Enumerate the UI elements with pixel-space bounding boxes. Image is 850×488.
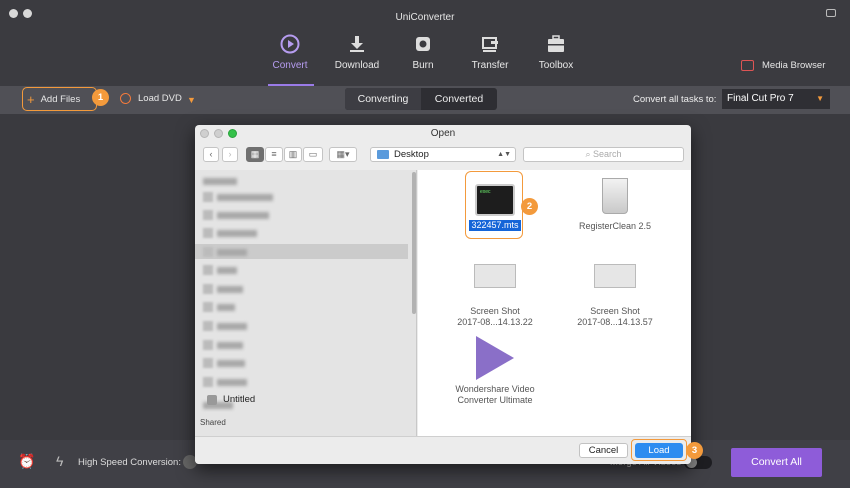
location-select[interactable]: Desktop ▲▼: [370, 147, 516, 162]
file-name: Screen Shot: [470, 306, 520, 316]
sidebar-scrollbar[interactable]: [412, 172, 416, 314]
tab-converting[interactable]: Converting: [345, 88, 421, 110]
nav-transfer-label: Transfer: [471, 60, 509, 71]
file-name-sub: 2017-08...14.13.57: [577, 317, 653, 327]
step-badge-1: 1: [92, 89, 109, 106]
convert-icon: [279, 34, 301, 54]
cancel-button[interactable]: Cancel: [579, 443, 628, 458]
dialog-title: Open: [430, 128, 456, 139]
alarm-clock-icon[interactable]: ⏰: [18, 453, 35, 470]
nav-transfer[interactable]: Transfer: [458, 34, 522, 71]
trash-icon: [602, 178, 628, 214]
load-dvd-button[interactable]: Load DVD: [120, 93, 182, 104]
forward-button[interactable]: ›: [222, 147, 238, 162]
disk-icon: [207, 394, 217, 405]
step-badge-2: 2: [521, 198, 538, 215]
download-icon: [346, 34, 368, 54]
search-input[interactable]: ⌕ Search: [523, 147, 684, 162]
burn-icon: [412, 34, 434, 54]
media-browser-icon: [741, 60, 754, 71]
tab-converted[interactable]: Converted: [421, 88, 497, 110]
nav-download[interactable]: Download: [325, 34, 389, 71]
dialog-close-button[interactable]: [200, 129, 209, 138]
sidebar-item[interactable]: [203, 358, 245, 368]
file-name-sub: Converter Ultimate: [457, 395, 533, 405]
lightning-icon: ϟ: [56, 453, 64, 469]
file-name-sub: 2017-08...14.13.22: [457, 317, 533, 327]
play-icon: [476, 336, 514, 380]
add-files-button[interactable]: + Add Files: [22, 87, 97, 111]
sidebar-shared-heading: Shared: [200, 418, 226, 427]
media-browser-button[interactable]: Media Browser: [741, 60, 825, 71]
nav-convert[interactable]: Convert: [258, 34, 322, 71]
icon-view-button[interactable]: ▦: [246, 147, 264, 162]
nav-convert-label: Convert: [272, 60, 308, 71]
nav-download-label: Download: [334, 60, 380, 71]
output-format-value: Final Cut Pro 7: [727, 93, 794, 104]
sidebar-item[interactable]: [203, 377, 247, 387]
nav-toolbox[interactable]: Toolbox: [524, 34, 588, 71]
screenshot-thumbnail: [474, 264, 516, 288]
file-item[interactable]: Wondershare Video Converter Ultimate: [435, 336, 555, 406]
nav-burn[interactable]: Burn: [391, 34, 455, 71]
sidebar-item[interactable]: [203, 210, 269, 220]
file-browser: exec 322457.mts RegisterClean 2.5 Screen…: [418, 170, 691, 436]
app-title: UniConverter: [395, 12, 455, 23]
high-speed-label: High Speed Conversion:: [78, 457, 181, 468]
transfer-icon: [479, 34, 501, 54]
search-icon: ⌕: [585, 149, 591, 159]
sidebar-item[interactable]: [203, 192, 273, 202]
nav-toolbox-label: Toolbox: [538, 60, 574, 71]
dvd-icon: [120, 93, 131, 104]
plus-icon: +: [27, 91, 35, 107]
column-view-button[interactable]: ▥: [284, 147, 302, 162]
sidebar-item[interactable]: [203, 302, 235, 312]
sidebar-item[interactable]: [203, 228, 257, 238]
search-placeholder: Search: [593, 149, 622, 159]
file-name: RegisterClean 2.5: [578, 221, 652, 231]
file-name: Screen Shot: [590, 306, 640, 316]
dialog-toolbar: ‹ › ▦ ≡ ▥ ▭ ▦▾ Desktop ▲▼ ⌕ Search: [195, 143, 691, 169]
screenshot-thumbnail: [594, 264, 636, 288]
file-item[interactable]: Screen Shot 2017-08...14.13.22: [435, 264, 555, 328]
sidebar-item[interactable]: [203, 265, 237, 275]
back-button[interactable]: ‹: [203, 147, 219, 162]
folder-icon: [377, 150, 389, 159]
dialog-footer: Cancel Load: [195, 436, 691, 464]
task-tabs: Converting Converted: [345, 88, 497, 110]
sidebar-item-untitled[interactable]: Untitled: [207, 394, 255, 405]
sidebar-item[interactable]: [203, 340, 243, 350]
sidebar-item[interactable]: [203, 247, 247, 257]
load-dvd-label: Load DVD: [138, 93, 182, 104]
open-dialog: Open ‹ › ▦ ≡ ▥ ▭ ▦▾ Desktop ▲▼ ⌕ Search: [195, 125, 691, 464]
convert-all-button[interactable]: Convert All: [731, 448, 822, 477]
chevron-down-icon: ▼: [816, 94, 824, 103]
media-browser-label: Media Browser: [762, 60, 826, 71]
convert-all-label: Convert all tasks to:: [633, 94, 717, 105]
sidebar-item[interactable]: [203, 321, 247, 331]
arrange-button[interactable]: ▦▾: [329, 147, 357, 162]
updown-arrows-icon: ▲▼: [497, 151, 511, 158]
file-item[interactable]: Screen Shot 2017-08...14.13.57: [555, 264, 675, 328]
output-format-select[interactable]: Final Cut Pro 7 ▼: [722, 89, 830, 109]
load-button[interactable]: Load: [635, 443, 683, 458]
file-highlight: [465, 171, 523, 239]
load-dvd-dropdown-icon[interactable]: ▼: [187, 95, 196, 105]
toolbox-icon: [545, 34, 567, 54]
step-badge-3: 3: [686, 442, 703, 459]
sidebar-item[interactable]: [203, 284, 243, 294]
dialog-minimize-button[interactable]: [214, 129, 223, 138]
location-value: Desktop: [394, 149, 429, 160]
chat-icon[interactable]: [826, 9, 836, 17]
dialog-zoom-button[interactable]: [228, 129, 237, 138]
nav-burn-label: Burn: [412, 60, 434, 71]
add-files-label: Add Files: [40, 93, 81, 105]
sidebar-untitled-label: Untitled: [223, 394, 256, 405]
file-name: Wondershare Video: [455, 384, 535, 394]
sidebar-item[interactable]: [203, 176, 237, 186]
dialog-title-bar: Open: [195, 125, 691, 143]
coverflow-view-button[interactable]: ▭: [303, 147, 323, 162]
list-view-button[interactable]: ≡: [265, 147, 283, 162]
file-item[interactable]: RegisterClean 2.5: [555, 178, 675, 232]
